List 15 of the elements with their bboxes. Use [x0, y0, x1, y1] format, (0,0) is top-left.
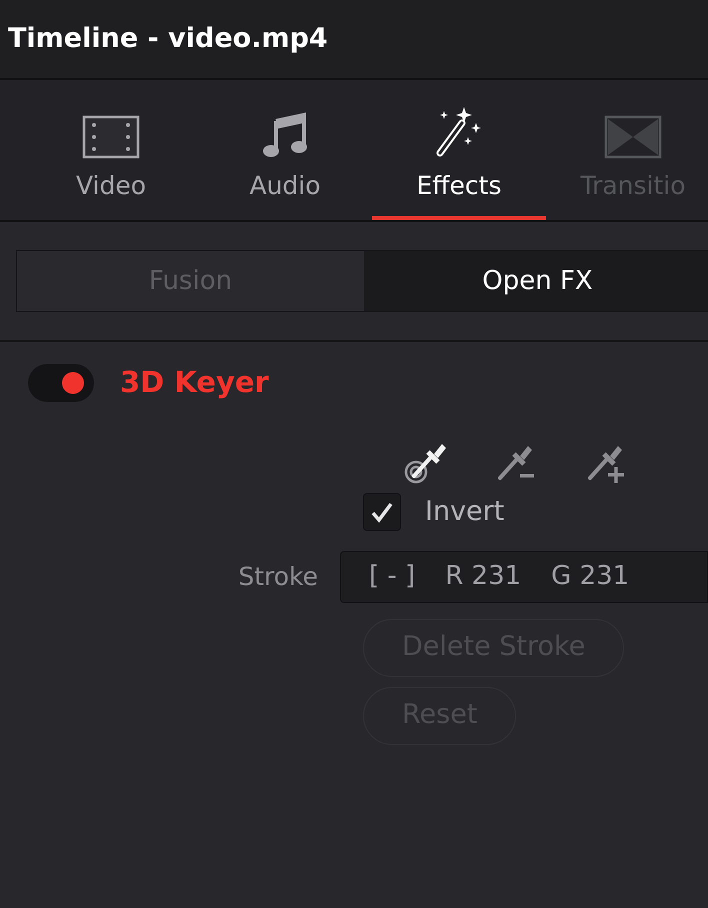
checkbox-label: Invert — [425, 495, 504, 529]
stroke-label: Stroke — [237, 560, 319, 593]
checkmark-icon — [370, 501, 394, 524]
tab[interactable]: Video — [24, 86, 198, 220]
transition-icon — [604, 114, 662, 158]
checkbox[interactable] — [363, 493, 401, 532]
effect-title: 3D Keyer — [120, 364, 269, 402]
stroke-color-field[interactable]: [ - ] R 231 G 231 — [340, 550, 708, 602]
subtab[interactable]: Open FX — [364, 251, 708, 311]
film-icon — [82, 114, 140, 158]
window-title: Timeline - video.mp4 — [8, 22, 328, 56]
toggle-switch[interactable] — [28, 364, 94, 402]
tab[interactable]: Audio — [198, 86, 372, 220]
tab[interactable]: Effects — [372, 86, 546, 220]
music-note-icon — [262, 110, 308, 158]
